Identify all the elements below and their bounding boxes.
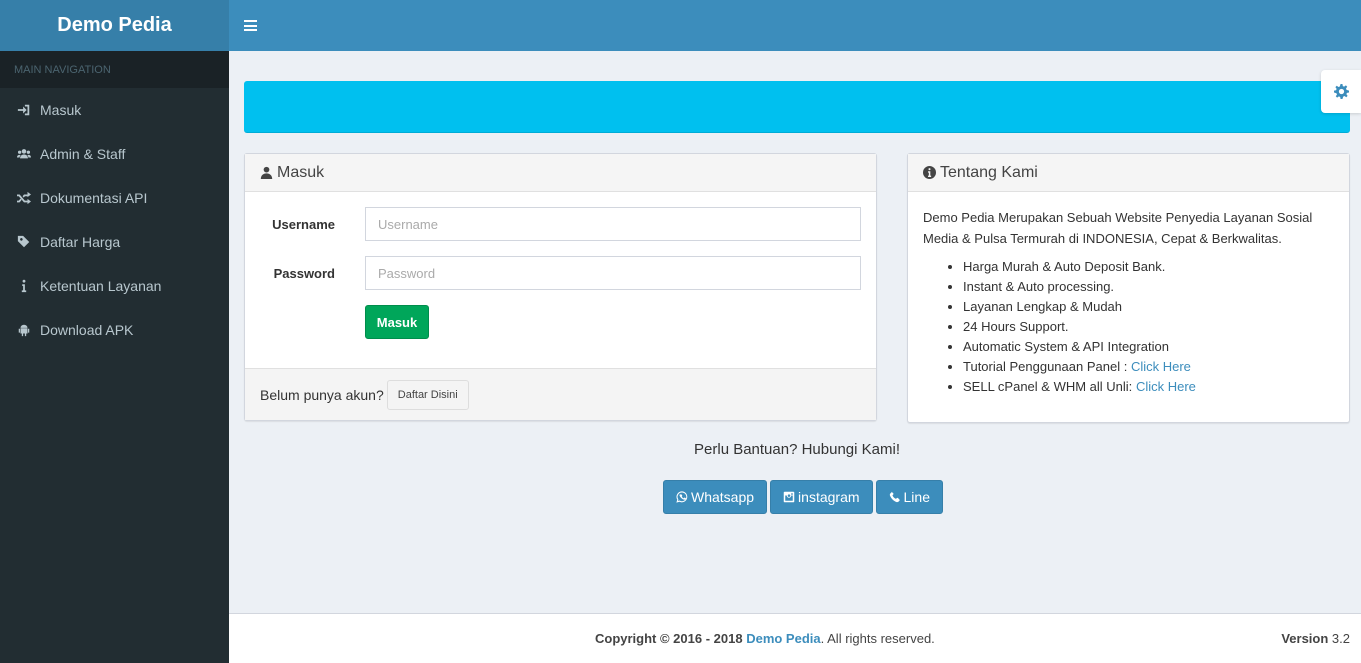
footer-brand-link[interactable]: Demo Pedia [746, 631, 820, 646]
sell-text: SELL cPanel & WHM all Unli: [963, 379, 1133, 394]
feature-item: Instant & Auto processing. [963, 277, 1334, 297]
gear-icon [1333, 84, 1349, 99]
register-prompt: Belum punya akun? [260, 386, 384, 403]
password-label: Password [273, 265, 335, 281]
password-input[interactable] [365, 256, 861, 290]
feature-list: Harga Murah & Auto Deposit Bank. Instant… [923, 257, 1334, 397]
about-panel: Tentang Kami Demo Pedia Merupakan Sebuah… [907, 153, 1350, 423]
whatsapp-label: Whatsapp [691, 489, 755, 505]
sidebar-section-header: MAIN NAVIGATION [0, 51, 229, 88]
feature-item: Automatic System & API Integration [963, 337, 1334, 357]
phone-icon [889, 491, 900, 503]
help-text: Perlu Bantuan? Hubungi Kami! [694, 441, 900, 458]
app-logo[interactable]: Demo Pedia [0, 0, 229, 51]
sidebar-item-ketentuan-layanan[interactable]: Ketentuan Layanan [0, 264, 229, 308]
tags-icon [16, 234, 32, 250]
login-panel-title: Masuk [277, 163, 325, 181]
login-panel: Masuk Username Password Masuk Belum puny… [244, 153, 877, 421]
android-icon [16, 322, 32, 338]
tutorial-text: Tutorial Penggunaan Panel : [963, 359, 1128, 374]
sidebar-item-masuk[interactable]: Masuk [0, 88, 229, 132]
user-icon [260, 166, 273, 179]
register-button[interactable]: Daftar Disini [386, 379, 469, 410]
feature-item: Layanan Lengkap & Mudah [963, 297, 1334, 317]
login-submit-button[interactable]: Masuk [365, 305, 429, 339]
feature-item: 24 Hours Support. [963, 317, 1334, 337]
sidebar-toggle-button[interactable] [229, 0, 271, 51]
page-footer: Copyright © 2016 - 2018 Demo Pedia. All … [229, 613, 1361, 663]
tutorial-link[interactable]: Click Here [1131, 359, 1191, 374]
whatsapp-icon [676, 491, 688, 503]
sign-in-icon [16, 102, 32, 118]
feature-item-tutorial: Tutorial Penggunaan Panel : Click Here [963, 357, 1334, 377]
hamburger-icon [243, 20, 257, 31]
sidebar-item-label: Ketentuan Layanan [40, 278, 162, 294]
sidebar-item-daftar-harga[interactable]: Daftar Harga [0, 220, 229, 264]
version-label: Version [1281, 631, 1329, 646]
top-navbar [229, 0, 1361, 51]
instagram-icon [783, 491, 795, 503]
password-row: Password [245, 256, 876, 290]
sell-link[interactable]: Click Here [1136, 379, 1196, 394]
sidebar-item-download-apk[interactable]: Download APK [0, 308, 229, 352]
feature-item: Harga Murah & Auto Deposit Bank. [963, 257, 1334, 277]
username-label: Username [272, 216, 335, 232]
info-icon [16, 278, 32, 294]
login-panel-footer: Belum punya akun? Daftar Disini [245, 368, 876, 420]
whatsapp-button[interactable]: Whatsapp [663, 480, 768, 514]
app-logo-text: Demo Pedia [57, 14, 172, 36]
username-input[interactable] [365, 207, 861, 241]
instagram-label: instagram [798, 489, 860, 505]
users-icon [16, 146, 32, 162]
contact-buttons: Whatsapp instagram Line [663, 480, 943, 514]
copyright-suffix: . All rights reserved. [820, 631, 935, 646]
username-row: Username [245, 207, 876, 241]
instagram-button[interactable]: instagram [770, 480, 873, 514]
sidebar-item-label: Daftar Harga [40, 234, 121, 250]
login-panel-header: Masuk [245, 154, 876, 192]
about-panel-header: Tentang Kami [908, 154, 1349, 192]
feature-item-sell: SELL cPanel & WHM all Unli: Click Here [963, 377, 1334, 397]
settings-tab[interactable] [1321, 70, 1361, 113]
line-label: Line [903, 489, 930, 505]
info-callout [244, 81, 1350, 133]
line-button[interactable]: Line [875, 480, 943, 514]
random-icon [16, 190, 32, 206]
copyright-prefix: Copyright © 2016 - 2018 [595, 631, 743, 646]
about-panel-title: Tentang Kami [940, 163, 1038, 181]
sidebar-item-label: Masuk [40, 102, 82, 118]
version: Version 3.2 [1281, 631, 1350, 646]
about-panel-body: Demo Pedia Merupakan Sebuah Website Peny… [908, 192, 1349, 412]
about-description: Demo Pedia Merupakan Sebuah Website Peny… [923, 210, 1313, 246]
copyright: Copyright © 2016 - 2018 Demo Pedia. All … [595, 631, 935, 646]
sidebar-item-label: Admin & Staff [40, 146, 126, 162]
version-value: 3.2 [1331, 631, 1350, 646]
sidebar-item-label: Download APK [40, 322, 134, 338]
sidebar: MAIN NAVIGATION Masuk Admin & Staff Doku… [0, 51, 229, 663]
sidebar-item-label: Dokumentasi API [40, 190, 148, 206]
sidebar-item-admin-staff[interactable]: Admin & Staff [0, 132, 229, 176]
sidebar-item-dokumentasi-api[interactable]: Dokumentasi API [0, 176, 229, 220]
info-circle-icon [923, 166, 936, 179]
